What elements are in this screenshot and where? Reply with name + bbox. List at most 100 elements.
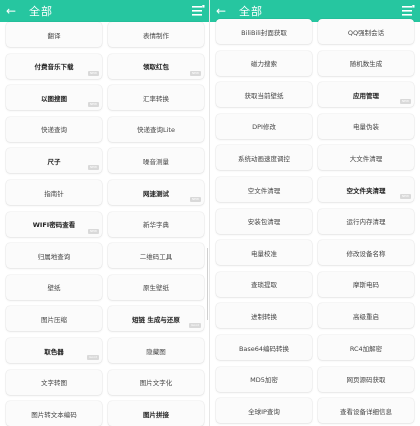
tool-card[interactable]: 汇率转换	[108, 85, 204, 111]
tool-card[interactable]: 取色器 Good	[6, 338, 102, 363]
tool-card[interactable]: 图片压缩	[6, 306, 102, 332]
tool-card-label: 查看设备详细信息	[340, 407, 392, 416]
scrollbar[interactable]	[207, 248, 208, 320]
tool-card[interactable]: 壁纸	[6, 274, 102, 300]
tool-card-badge: NEW	[87, 70, 99, 76]
tool-card[interactable]: 电量校准	[216, 240, 312, 266]
tool-card[interactable]: 应用管理 NEW	[318, 82, 414, 108]
tool-card[interactable]: 随机数生成	[318, 50, 414, 76]
tool-card[interactable]: 快递查询Lite	[108, 116, 204, 142]
tool-card-label: 图片压缩	[41, 315, 67, 324]
tool-card-badge: NEW	[189, 70, 201, 76]
tool-grid: 翻译 表情制作付费音乐下载 NEW 领取红包 NEW 以图搜图 NEW 汇率转换快递查询 快递查…	[0, 22, 210, 426]
tool-card-badge: Good	[87, 355, 99, 360]
tool-card-label: 查琐提取	[251, 281, 277, 290]
tool-card[interactable]: 网页源码获取	[318, 366, 414, 392]
menu-icon[interactable]	[192, 5, 205, 17]
tool-card[interactable]: 二维码工具	[108, 243, 204, 269]
tool-card-label: 应用管理	[353, 91, 379, 100]
tool-card[interactable]: BiliBili封面获取	[216, 19, 312, 44]
tool-card-label: 摩斯电码	[353, 281, 379, 290]
tool-card[interactable]: RC4加解密	[318, 335, 414, 360]
tool-card[interactable]: 进制转换	[216, 303, 312, 329]
tool-card-label: 网页源码获取	[346, 376, 386, 385]
tool-card[interactable]: 查看设备详细信息	[318, 398, 414, 424]
tool-card-label: 领取红包	[143, 63, 169, 72]
tool-card[interactable]: 原生壁纸	[108, 274, 204, 300]
tool-card[interactable]: 图片拼接	[108, 401, 204, 426]
tool-card[interactable]: 以图搜图 NEW	[6, 85, 102, 111]
tool-card[interactable]: 安装包清理	[216, 208, 312, 234]
tool-card[interactable]: 短链 生成与还原 Good	[108, 306, 204, 332]
tool-card[interactable]: 查琐提取	[216, 271, 312, 297]
tool-card-label: 隐藏图	[146, 347, 166, 356]
tool-card-label: 短链 生成与还原	[132, 315, 180, 324]
tool-card[interactable]: DPI修改	[216, 113, 312, 139]
page-title: 全部	[29, 5, 53, 18]
tool-card-badge: Good	[189, 323, 201, 329]
tool-card[interactable]: 摩斯电码	[318, 271, 414, 297]
tool-card-label: 图片拼接	[143, 410, 169, 419]
tool-card-label: 以图搜图	[41, 94, 67, 103]
tool-card-label: 新华字典	[143, 221, 169, 230]
tool-card-label: MD5加密	[250, 376, 278, 385]
tool-card[interactable]: QQ强制会话	[318, 19, 414, 44]
right-pane: ← 全部 BiliBili封面获取 QQ强制会话 磁力搜索 随机数生成 获取当前壁纸 应用…	[210, 0, 420, 426]
tool-card[interactable]: 表情制作	[108, 22, 204, 47]
back-arrow-icon[interactable]: ←	[1, 0, 21, 22]
tool-card[interactable]: 隐藏图	[108, 338, 204, 363]
tool-card[interactable]: 网速测试 NEW	[108, 180, 204, 205]
tool-card-label: 噪音测量	[143, 157, 169, 166]
tool-card-label: DPI修改	[252, 123, 276, 132]
tool-card[interactable]: WIFI密码查看 NEW	[6, 211, 102, 237]
tool-card-label: 尺子	[47, 157, 61, 166]
tool-card[interactable]: 文字转图	[6, 369, 102, 395]
tool-card-badge: NEW	[189, 197, 201, 202]
tool-card[interactable]: 图片转文本编码	[6, 401, 102, 426]
tool-card-label: 翻译	[47, 31, 61, 40]
tool-card[interactable]: 运行内存清理	[318, 208, 414, 234]
tool-card[interactable]: 翻译	[6, 22, 102, 47]
tool-card-label: 安装包清理	[247, 218, 281, 227]
tool-card-label: 空文件夹清理	[346, 186, 386, 195]
tool-card[interactable]: 空文件清理	[216, 177, 312, 202]
tool-card[interactable]: 电量伪装	[318, 113, 414, 139]
tool-card[interactable]: 新华字典	[108, 211, 204, 237]
tool-card[interactable]: 尺子 NEW	[6, 148, 102, 174]
tool-card[interactable]: 空文件夹清理 NEW	[318, 177, 414, 202]
tool-card[interactable]: 指南针	[6, 180, 102, 205]
menu-icon[interactable]	[402, 5, 415, 17]
tool-card-label: 获取当前壁纸	[244, 91, 284, 100]
tool-card-label: 进制转换	[251, 312, 277, 321]
tool-card-label: 电量伪装	[353, 123, 379, 132]
tool-card-label: 表情制作	[143, 31, 169, 40]
tool-card-label: 付费音乐下载	[34, 63, 74, 72]
tool-card[interactable]: 全球IP查询	[216, 398, 312, 424]
tool-card[interactable]: 高级重启	[318, 303, 414, 329]
tool-card[interactable]: 磁力搜索	[216, 50, 312, 76]
tool-card-label: 全球IP查询	[248, 407, 280, 416]
tool-card[interactable]: MD5加密	[216, 366, 312, 392]
tool-card[interactable]: Base64编码转换	[216, 335, 312, 360]
tool-card[interactable]: 获取当前壁纸	[216, 82, 312, 108]
tool-card[interactable]: 快递查询	[6, 116, 102, 142]
tool-card-label: QQ强制会话	[347, 28, 385, 37]
tool-card[interactable]: 修改设备名称	[318, 240, 414, 266]
tool-card-badge: NEW	[87, 102, 99, 108]
tool-card-label: 磁力搜索	[251, 60, 277, 69]
left-pane: ← 全部 翻译 表情制作付费音乐下载 NEW 领取红包 NEW 以图搜图 NEW 汇率转换快递…	[0, 0, 210, 426]
tool-card[interactable]: 图片文字化	[108, 369, 204, 395]
tool-card-label: 大文件清理	[349, 154, 383, 163]
tool-card[interactable]: 归属地查询	[6, 243, 102, 269]
tool-card[interactable]: 噪音测量	[108, 148, 204, 174]
tool-card[interactable]: 领取红包 NEW	[108, 53, 204, 79]
tool-card[interactable]: 大文件清理	[318, 145, 414, 171]
tool-card-badge: NEW	[87, 165, 99, 171]
tool-card[interactable]: 系统动画速度调控	[216, 145, 312, 171]
tool-card-label: WIFI密码查看	[32, 221, 76, 230]
tool-card[interactable]: 付费音乐下载 NEW	[6, 53, 102, 79]
tool-card-label: Base64编码转换	[238, 344, 290, 353]
tool-card-label: 图片转文本编码	[31, 410, 77, 419]
tool-card-label: 汇率转换	[143, 94, 169, 103]
tool-card-label: 电量校准	[251, 249, 277, 258]
